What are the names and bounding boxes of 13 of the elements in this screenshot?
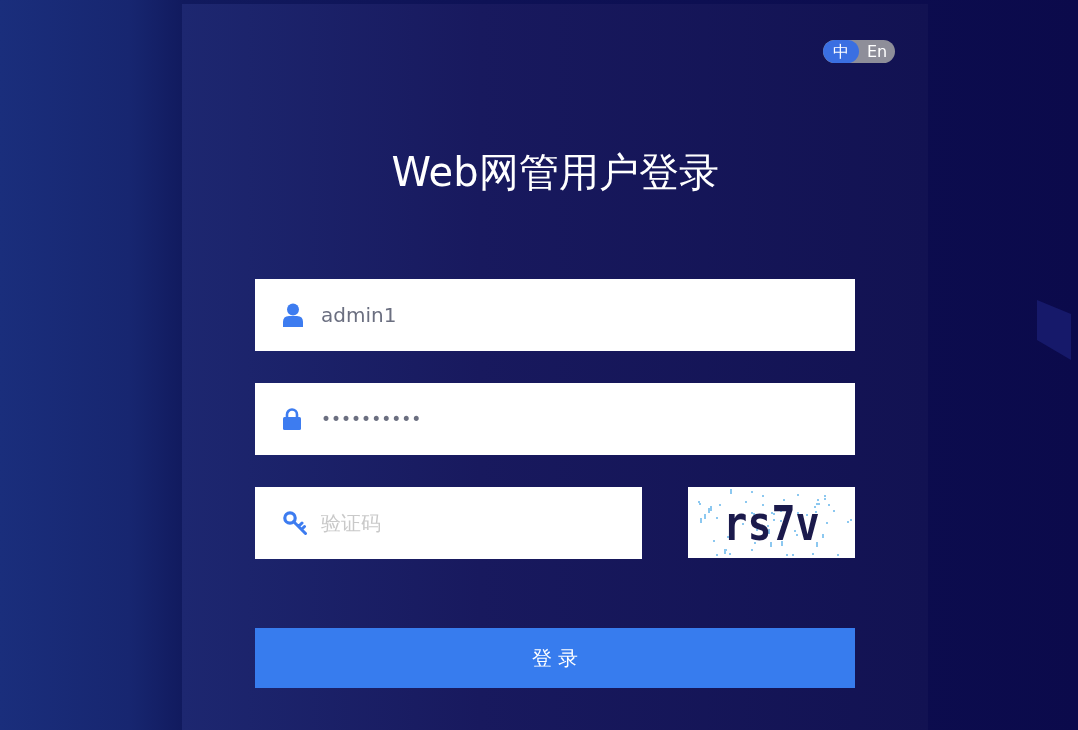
captcha-text: rs7v bbox=[723, 496, 820, 549]
user-icon bbox=[283, 303, 303, 327]
language-option[interactable]: 中 bbox=[823, 40, 859, 63]
language-toggle[interactable]: 中 En bbox=[823, 40, 895, 63]
background-decoration-drawing bbox=[1037, 300, 1071, 360]
username-field[interactable]: admin1 bbox=[255, 279, 855, 351]
lock-icon bbox=[283, 408, 301, 430]
captcha-image[interactable]: rs7v bbox=[688, 487, 855, 558]
login-button[interactable]: 登 录 bbox=[255, 628, 855, 688]
password-field[interactable]: •••••••••• bbox=[255, 383, 855, 455]
key-icon bbox=[283, 511, 307, 535]
page-title: Web网管用户登录 bbox=[391, 148, 719, 196]
language-option[interactable]: En bbox=[859, 40, 895, 63]
